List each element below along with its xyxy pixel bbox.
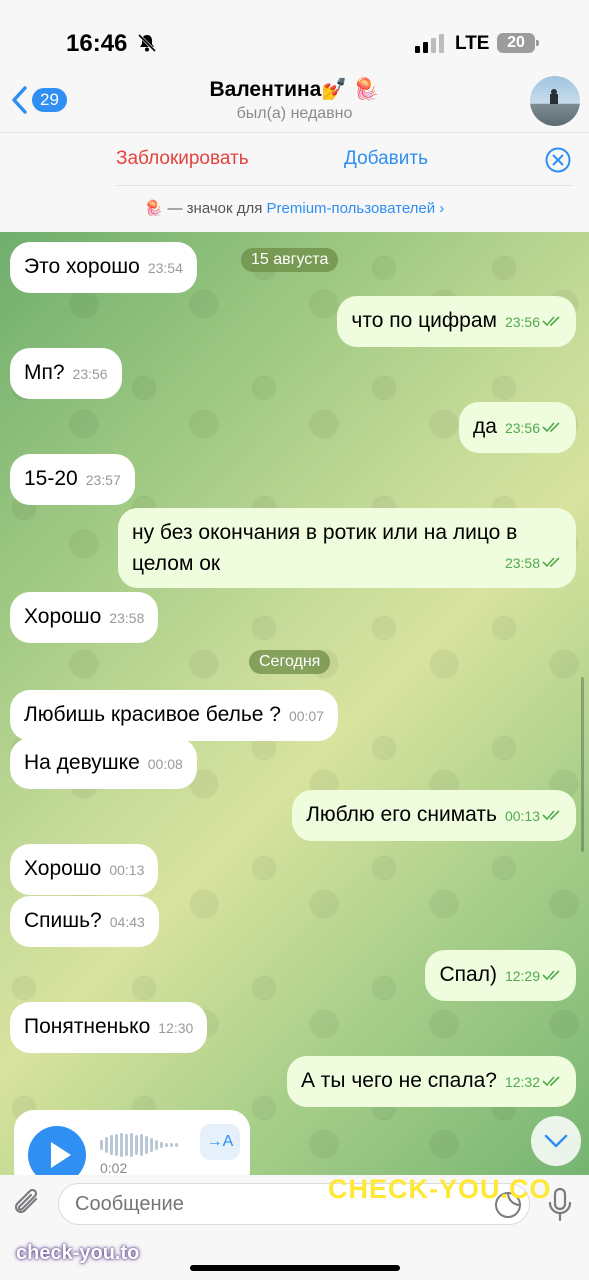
message-incoming[interactable]: Это хорошо 23:54 [10,242,197,293]
date-separator: Сегодня [249,650,331,674]
chat-status: был(а) недавно [236,105,353,122]
message-text: Понятненько [24,1015,151,1038]
scrollbar[interactable] [581,677,584,852]
message-incoming[interactable]: Понятненько 12:30 [10,1002,208,1053]
message-text: что по цифрам [351,309,497,332]
message-incoming[interactable]: Любишь красивое белье ? 00:07 [10,690,339,741]
read-checkmarks-icon [542,422,560,433]
message-incoming[interactable]: Хорошо 00:13 [10,844,159,895]
bell-muted-icon [137,33,157,53]
premium-notice[interactable]: 🪼 — значок для Premium-пользователей › [0,199,589,217]
message-incoming[interactable]: Хорошо 23:58 [10,592,159,643]
home-indicator [190,1265,400,1271]
message-incoming[interactable]: Мп? 23:56 [10,348,122,399]
network-type: LTE [455,33,490,54]
message-incoming[interactable]: 15-20 23:57 [10,454,135,505]
premium-notice-text: 🪼 — значок для [144,200,267,217]
message-outgoing[interactable]: что по цифрам 23:56 [337,296,576,347]
message-incoming[interactable]: На девушке 00:08 [10,738,197,789]
battery-icon: 20 [497,33,539,53]
scroll-down-button[interactable] [531,1116,581,1166]
voice-message[interactable]: 0:02 →A [14,1110,250,1175]
watermark: CHECK-YOU.CO [328,1174,552,1204]
message-time: 12:30 [158,1020,194,1036]
message-text: Это хорошо [24,255,140,278]
message-time: 04:43 [109,914,145,930]
date-separator: 15 августа [241,248,339,272]
message-time: 23:56 [504,314,540,330]
message-time: 23:58 [504,555,540,571]
paperclip-icon[interactable] [12,1187,44,1221]
message-outgoing[interactable]: да 23:56 [459,402,576,453]
read-checkmarks-icon [542,557,560,568]
message-text: да [473,415,497,438]
message-text: Люблю его снимать [306,803,497,826]
avatar[interactable] [530,76,580,126]
message-outgoing[interactable]: А ты чего не спала? 12:32 [286,1056,576,1107]
message-outgoing[interactable]: Спал) 12:29 [425,950,576,1001]
voice-duration: 0:02 [100,1160,128,1175]
read-checkmarks-icon [542,1076,560,1087]
contact-action-bar: Заблокировать Добавить 🪼 — значок для Pr… [0,132,589,232]
message-text: Спал) [439,963,497,986]
avatar-photo [550,89,558,104]
message-time: 23:56 [72,366,108,382]
message-time: 23:56 [504,420,540,436]
message-text: Хорошо [24,605,102,628]
message-time: 12:32 [504,1074,540,1090]
message-text: целом ок [132,552,221,575]
message-time: 00:08 [147,756,183,772]
message-text: Спишь? [24,909,102,932]
waveform [100,1132,190,1158]
message-text: Мп? [24,361,65,384]
message-time: 00:07 [288,708,325,724]
message-outgoing[interactable]: Люблю его снимать 00:13 [292,790,576,841]
message-text: А ты чего не спала? [300,1069,497,1092]
play-icon[interactable] [28,1126,86,1175]
message-text: Любишь красивое белье ? [24,703,281,726]
transcribe-button[interactable]: →A [200,1124,240,1160]
message-time: 00:13 [504,808,540,824]
read-checkmarks-icon [542,810,560,821]
message-incoming[interactable]: Спишь? 04:43 [10,896,159,947]
chevron-down-icon [544,1134,568,1148]
chat-header: 29 Валентина💅 🪼 был(а) недавно [0,70,589,132]
add-contact-button[interactable]: Добавить [344,148,428,170]
read-checkmarks-icon [542,316,560,327]
message-time: 23:57 [85,472,121,488]
message-text: Хорошо [24,857,102,880]
chat-area[interactable]: Это хорошо 23:54 15 августа что по цифрам… [0,232,589,1175]
message-text: На девушке [24,751,140,774]
read-checkmarks-icon [542,970,560,981]
chat-title[interactable]: Валентина💅 🪼 [0,78,589,102]
divider [116,185,573,186]
message-time: 00:13 [109,862,145,878]
block-button[interactable]: Заблокировать [116,148,249,170]
message-time: 23:54 [147,260,183,276]
message-text: ну без окончания в ротик или на лицо в [132,521,518,544]
watermark-corner: check-you.to [16,1242,140,1264]
status-time: 16:46 [66,30,128,57]
message-text: 15-20 [24,467,78,490]
status-bar: 16:46 LTE 20 [0,0,589,80]
close-icon[interactable] [545,147,571,173]
message-time: 23:58 [109,610,145,626]
signal-icon [415,34,444,53]
premium-link[interactable]: Premium-пользователей › [267,200,445,217]
message-time: 12:29 [504,968,540,984]
message-outgoing[interactable]: ну без окончания в ротик или на лицо в ц… [118,508,576,588]
